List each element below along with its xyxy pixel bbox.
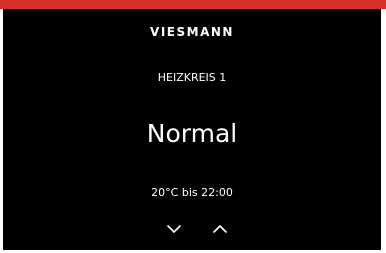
heating-circuit-title: HEIZKREIS 1 bbox=[157, 71, 227, 84]
display-screen: VIESMANN HEIZKREIS 1 Normal 20°C bis 22:… bbox=[3, 9, 381, 250]
operating-mode-label: Normal bbox=[146, 119, 238, 148]
chevron-down-icon[interactable] bbox=[164, 222, 184, 236]
schedule-text: 20°C bis 22:00 bbox=[151, 186, 233, 199]
chevron-up-icon[interactable] bbox=[210, 222, 230, 236]
brand-accent-bar bbox=[0, 0, 386, 9]
thermostat-device: VIESMANN HEIZKREIS 1 Normal 20°C bis 22:… bbox=[0, 0, 386, 253]
brand-logo: VIESMANN bbox=[150, 25, 234, 39]
